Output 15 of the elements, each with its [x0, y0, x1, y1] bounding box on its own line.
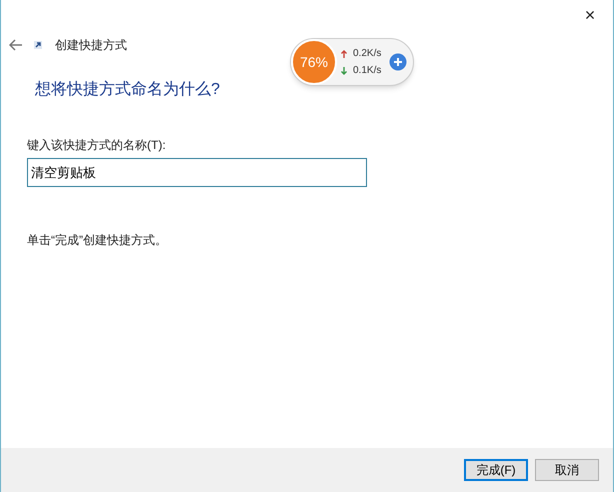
upload-speed: 0.2K/s	[353, 47, 382, 61]
close-button[interactable]: ×	[567, 0, 613, 30]
field-label: 键入该快捷方式的名称(T):	[27, 137, 167, 154]
download-speed: 0.1K/s	[353, 64, 382, 78]
back-arrow-icon[interactable]	[9, 39, 23, 51]
finish-button[interactable]: 完成(F)	[464, 459, 528, 481]
name-input-field[interactable]: 清空剪贴板	[27, 158, 367, 187]
instruction-text: 单击“完成”创建快捷方式。	[27, 232, 168, 249]
download-arrow-icon	[341, 66, 347, 74]
plus-icon[interactable]	[389, 53, 407, 71]
shortcut-icon	[33, 40, 43, 50]
cancel-button[interactable]: 取消	[535, 459, 599, 481]
window-title: 创建快捷方式	[55, 37, 127, 54]
page-heading: 想将快捷方式命名为什么?	[35, 80, 221, 100]
upload-arrow-icon	[341, 50, 347, 58]
